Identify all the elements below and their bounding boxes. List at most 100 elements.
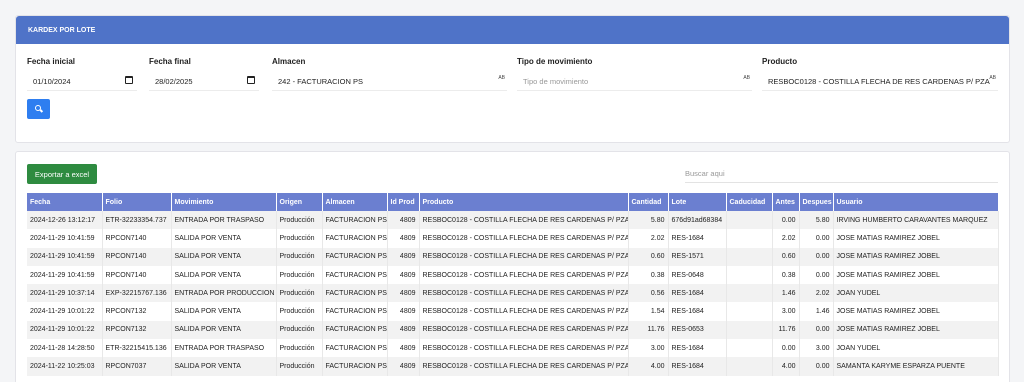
table-cell: 2.02 — [772, 229, 800, 248]
calendar-icon[interactable] — [247, 76, 255, 84]
table-search-input[interactable]: Buscar aqui — [685, 164, 998, 183]
tipo-movimiento-select[interactable]: Tipo de movimiento AB — [517, 72, 752, 91]
column-header[interactable]: Despues — [799, 193, 834, 211]
table-cell: 0.38 — [772, 265, 800, 285]
table-cell: RESBOC0128 - COSTILLA FLECHA DE RES CARD… — [419, 302, 629, 321]
table-cell: IRVING HUMBERTO CARAVANTES MARQUEZ — [833, 211, 999, 230]
table-cell: RPCON7037 — [102, 357, 172, 376]
table-cell: 4809 — [387, 211, 420, 230]
table-cell: 4809 — [387, 320, 420, 340]
calendar-icon[interactable] — [125, 76, 133, 84]
table-cell — [726, 320, 773, 340]
table-row[interactable]: 2024-11-29 10:37:14 EXP-32215767.136 ENTRA… — [27, 284, 999, 303]
table-cell: RPCON7132 — [102, 302, 172, 321]
table-cell: EXP-32215767.136 — [102, 284, 172, 303]
table-cell: JOSE MATIAS RAMIREZ JOBEL — [833, 247, 999, 266]
table-cell: 4809 — [387, 229, 420, 248]
table-cell: RES-0648 — [668, 265, 727, 285]
table-cell: RESBOC0128 - COSTILLA FLECHA DE RES CARD… — [419, 357, 629, 376]
column-header[interactable]: Id Prod — [387, 193, 420, 211]
table-cell: RES-1684 — [668, 339, 727, 358]
autocomplete-icon: AB — [498, 75, 505, 81]
table-cell: 0.00 — [772, 339, 800, 358]
table-cell: FACTURACION PS — [322, 357, 388, 376]
table-cell: JOAN YUDEL — [833, 339, 999, 358]
table-cell: 2024-11-28 14:28:50 — [27, 339, 103, 358]
card-header: KARDEX POR LOTE — [16, 16, 1009, 44]
table-cell: FACTURACION PS — [322, 339, 388, 358]
fecha-final-field[interactable]: 28/02/2025 — [149, 72, 259, 91]
table-cell: ENTRADA POR PRODUCCION — [171, 284, 277, 303]
table-cell: 11.76 — [628, 320, 669, 340]
table-row[interactable]: 2024-11-29 10:01:22 RPCON7132 SALIDA POR V… — [27, 320, 999, 340]
table-cell: 5.80 — [799, 211, 834, 230]
table-cell: Producción — [276, 320, 323, 340]
export-excel-button[interactable]: Exportar a excel — [27, 164, 97, 184]
table-cell: Producción — [276, 265, 323, 285]
table-cell — [726, 357, 773, 376]
table-cell — [726, 265, 773, 285]
table-cell: 4809 — [387, 357, 420, 376]
column-header[interactable]: Producto — [419, 193, 629, 211]
table-cell: 4809 — [387, 339, 420, 358]
table-row[interactable]: 2024-11-22 10:25:03 RPCON7037 SALIDA POR V… — [27, 357, 999, 376]
table-cell: ENTRADA POR TRASPASO — [171, 211, 277, 230]
column-header[interactable]: Origen — [276, 193, 323, 211]
table-cell: RES-1684 — [668, 229, 727, 248]
table-cell: SALIDA POR VENTA — [171, 265, 277, 285]
table-cell: Producción — [276, 211, 323, 230]
table-cell: 0.60 — [628, 247, 669, 266]
column-header[interactable]: Cantidad — [628, 193, 669, 211]
autocomplete-icon: AB — [989, 75, 996, 81]
table-cell: RESBOC0128 - COSTILLA FLECHA DE RES CARD… — [419, 229, 629, 248]
column-header[interactable]: Almacen — [322, 193, 388, 211]
column-header[interactable]: Lote — [668, 193, 727, 211]
search-button[interactable] — [27, 99, 50, 119]
table-cell: SALIDA POR VENTA — [171, 247, 277, 266]
table-cell: FACTURACION PS — [322, 320, 388, 340]
table-cell: 2024-11-29 10:41:59 — [27, 265, 103, 285]
table-cell: 4809 — [387, 265, 420, 285]
table-cell: RESBOC0128 - COSTILLA FLECHA DE RES CARD… — [419, 265, 629, 285]
table-row[interactable]: 2024-12-26 13:12:17 ETR-32233354.737 ENTRA… — [27, 211, 999, 230]
column-header[interactable]: Antes — [772, 193, 800, 211]
column-header[interactable]: Fecha — [27, 193, 103, 211]
table-cell: SALIDA POR VENTA — [171, 357, 277, 376]
table-cell: 4809 — [387, 284, 420, 303]
table-header-row: Fecha Folio Movimiento Origen Almacen Id Prod… — [27, 193, 999, 211]
table-cell: JOAN YUDEL — [833, 284, 999, 303]
table-cell: 2.02 — [799, 284, 834, 303]
table-row[interactable]: 2024-11-28 14:28:50 ETR-32215415.136 ENTRA… — [27, 339, 999, 358]
column-header[interactable]: Caducidad — [726, 193, 773, 211]
almacen-label: Almacen — [272, 57, 306, 66]
table-cell: 2024-11-29 10:41:59 — [27, 229, 103, 248]
producto-value: RESBOC0128 - COSTILLA FLECHA DE RES CARD… — [768, 77, 990, 86]
producto-select[interactable]: RESBOC0128 - COSTILLA FLECHA DE RES CARD… — [762, 72, 998, 91]
table-cell: 1.46 — [799, 302, 834, 321]
table-cell: RES-0653 — [668, 320, 727, 340]
fecha-final-label: Fecha final — [149, 57, 191, 66]
table-row[interactable]: 2024-11-29 10:01:22 RPCON7132 SALIDA POR V… — [27, 302, 999, 321]
table-cell: JOSE MATIAS RAMIREZ JOBEL — [833, 229, 999, 248]
table-cell: 2.02 — [628, 229, 669, 248]
table-cell: ETR-32233354.737 — [102, 211, 172, 230]
column-header[interactable]: Movimiento — [171, 193, 277, 211]
table-cell: Producción — [276, 229, 323, 248]
fecha-inicial-field[interactable]: 01/10/2024 — [27, 72, 137, 91]
table-cell — [726, 284, 773, 303]
almacen-select[interactable]: 242 - FACTURACION PS AB — [272, 72, 507, 91]
column-header[interactable]: Folio — [102, 193, 172, 211]
table-cell: RESBOC0128 - COSTILLA FLECHA DE RES CARD… — [419, 211, 629, 230]
table-cell: RES-1684 — [668, 357, 727, 376]
table-row[interactable]: 2024-11-29 10:41:59 RPCON7140 SALIDA POR V… — [27, 229, 999, 248]
table-cell: 0.00 — [799, 320, 834, 340]
table-cell: RESBOC0128 - COSTILLA FLECHA DE RES CARD… — [419, 247, 629, 266]
table-row[interactable]: 2024-11-29 10:41:59 RPCON7140 SALIDA POR V… — [27, 247, 999, 266]
table-cell — [726, 247, 773, 266]
table-row[interactable]: 2024-11-29 10:41:59 RPCON7140 SALIDA POR V… — [27, 265, 999, 285]
table-cell: 3.00 — [772, 302, 800, 321]
fecha-inicial-value: 01/10/2024 — [33, 77, 71, 86]
column-header[interactable]: Usuario — [833, 193, 999, 211]
table-cell: RES-1684 — [668, 284, 727, 303]
table-cell: 0.38 — [628, 265, 669, 285]
